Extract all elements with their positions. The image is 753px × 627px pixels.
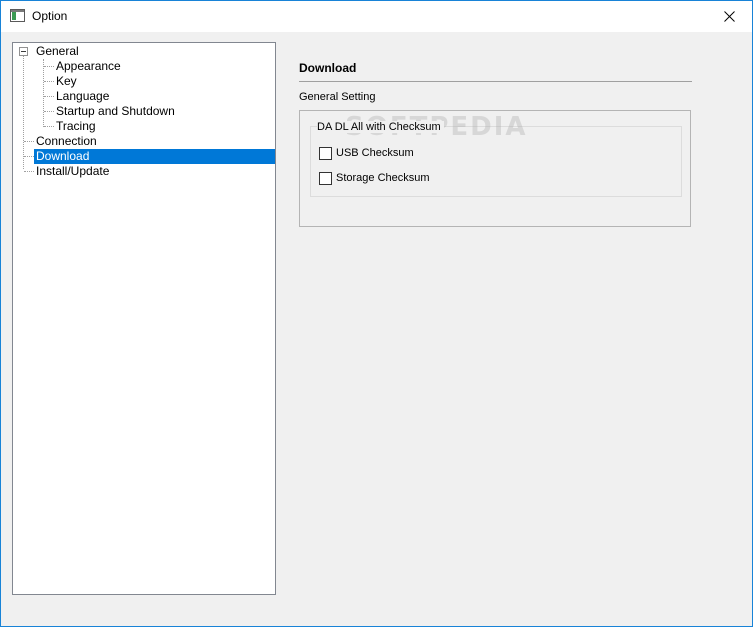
tree-connector [23, 56, 24, 169]
tree-connector [44, 66, 54, 67]
tree-item-appearance[interactable]: Appearance [54, 59, 123, 74]
tree-collapse-icon[interactable] [19, 47, 28, 56]
group-label: General Setting [299, 91, 376, 103]
tree-item-startup-shutdown[interactable]: Startup and Shutdown [54, 104, 177, 119]
checksum-group-label: DA DL All with Checksum [317, 121, 444, 133]
checkbox-label: USB Checksum [336, 147, 414, 159]
tree-connector [43, 59, 44, 127]
tree-connector [44, 111, 54, 112]
tree-item-install-update[interactable]: Install/Update [34, 164, 111, 179]
panel-title: Download [299, 61, 357, 75]
tree-connector [44, 96, 54, 97]
window-title: Option [32, 9, 68, 23]
tree-connector [24, 156, 34, 157]
title-bar[interactable]: Option [1, 1, 752, 32]
close-button[interactable] [706, 1, 752, 32]
panel-divider [299, 81, 692, 82]
tree-item-download[interactable]: Download [34, 149, 275, 164]
usb-checksum-checkbox[interactable]: USB Checksum [319, 146, 414, 160]
checkbox-box[interactable] [319, 146, 332, 160]
tree-item-general[interactable]: General [34, 44, 81, 59]
tree-connector [44, 81, 54, 82]
tree-item-language[interactable]: Language [54, 89, 111, 104]
tree-connector [24, 171, 34, 172]
checkbox-label: Storage Checksum [336, 172, 430, 184]
tree-item-connection[interactable]: Connection [34, 134, 99, 149]
tree-item-key[interactable]: Key [54, 74, 79, 89]
checksum-group [310, 126, 682, 197]
app-window-icon [10, 9, 25, 22]
storage-checksum-checkbox[interactable]: Storage Checksum [319, 171, 430, 185]
tree-item-tracing[interactable]: Tracing [54, 119, 98, 134]
tree-connector [24, 141, 34, 142]
tree-connector [44, 126, 54, 127]
options-tree[interactable]: General Appearance Key Language Startup … [12, 42, 276, 595]
close-icon [723, 11, 735, 22]
checkbox-box[interactable] [319, 171, 332, 185]
